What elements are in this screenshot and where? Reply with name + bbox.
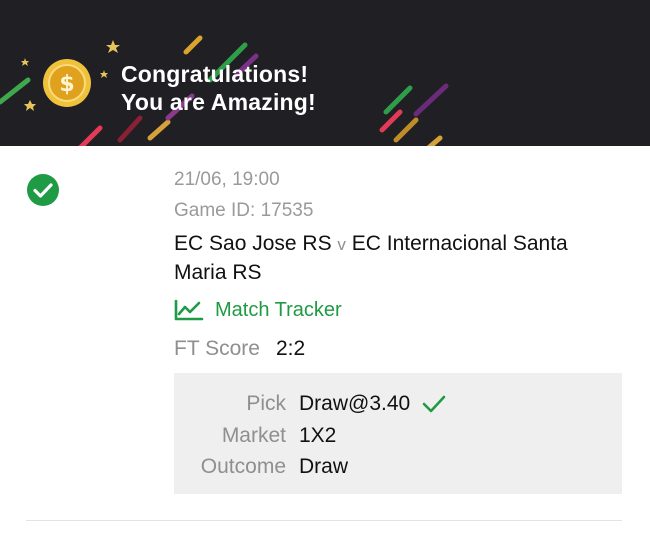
banner-title: Congratulations! You are Amazing! (121, 60, 316, 116)
match-tracker-label: Match Tracker (215, 298, 342, 321)
market-label: Market (221, 424, 286, 447)
pick-value: Draw@3.40 (299, 392, 411, 415)
ft-score-label: FT Score (174, 337, 260, 360)
congratulations-banner: $ Congratulations! You are Amazing! (0, 0, 650, 146)
check-circle-icon (27, 174, 59, 206)
outcome-label: Outcome (200, 455, 286, 478)
bet-datetime: 21/06, 19:00 (174, 169, 280, 190)
game-id: Game ID: 17535 (174, 200, 314, 221)
divider (26, 520, 622, 521)
line-chart-icon (174, 299, 204, 321)
pick-summary: Pick Draw@3.40 Market 1X2 Outcome Draw (174, 373, 622, 494)
banner-line-1: Congratulations! (121, 61, 309, 87)
ft-score: FT Score 2:2 (174, 337, 624, 365)
pick-label: Pick (246, 392, 286, 415)
dollar-coin-icon: $ (43, 59, 91, 107)
market-value: 1X2 (299, 424, 337, 447)
pick-row: Pick Draw@3.40 (174, 390, 622, 418)
confetti-decoration (0, 35, 449, 146)
outcome-value: Draw (299, 455, 349, 478)
market-row: Market 1X2 (174, 422, 622, 450)
home-team: EC Sao Jose RS (174, 232, 332, 255)
outcome-row: Outcome Draw (174, 453, 622, 481)
versus-label: v (337, 235, 346, 254)
bet-details: 21/06, 19:00 Game ID: 17535 EC Sao Jose … (174, 168, 624, 365)
banner-line-2: You are Amazing! (121, 89, 316, 115)
checkmark-icon (422, 395, 446, 413)
match-teams: EC Sao Jose RS v EC Internacional Santa … (174, 230, 614, 287)
match-tracker-link[interactable]: Match Tracker (174, 297, 624, 323)
svg-text:$: $ (59, 72, 74, 97)
pick-value-wrap: Draw@3.40 (299, 390, 446, 418)
ft-score-value: 2:2 (275, 337, 306, 360)
